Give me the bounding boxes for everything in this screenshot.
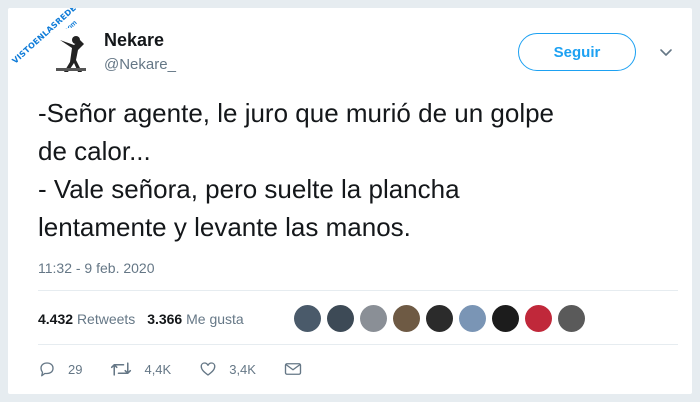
likes-label: Me gusta bbox=[186, 311, 244, 327]
liker-avatar[interactable] bbox=[525, 305, 552, 332]
liker-avatar[interactable] bbox=[327, 305, 354, 332]
retweet-count: 4,4K bbox=[144, 361, 172, 377]
user-name[interactable]: Nekare bbox=[104, 30, 164, 51]
user-handle[interactable]: @Nekare_ bbox=[104, 56, 176, 73]
action-bar: 29 4,4K 3,4K bbox=[38, 360, 342, 378]
tweet-text: -Señor agente, le juro que murió de un g… bbox=[38, 98, 555, 242]
engagement-stats: 4.432 Retweets 3.366 Me gusta bbox=[38, 311, 244, 327]
reply-icon bbox=[40, 362, 54, 377]
reply-button[interactable]: 29 bbox=[38, 360, 82, 378]
liker-avatar[interactable] bbox=[360, 305, 387, 332]
liker-avatar[interactable] bbox=[459, 305, 486, 332]
follow-button[interactable]: Seguir bbox=[518, 33, 636, 71]
message-icon bbox=[284, 363, 302, 375]
tweet-timestamp[interactable]: 11:32 - 9 feb. 2020 bbox=[38, 260, 155, 276]
retweets-count: 4.432 bbox=[38, 311, 74, 327]
heart-icon bbox=[200, 362, 216, 376]
retweets-label: Retweets bbox=[76, 311, 136, 327]
retweet-button[interactable]: 4,4K bbox=[110, 360, 171, 378]
message-button[interactable] bbox=[284, 361, 314, 377]
likes-count: 3.366 bbox=[147, 311, 183, 327]
divider bbox=[38, 290, 678, 291]
liker-avatars bbox=[294, 305, 591, 333]
like-count: 3,4K bbox=[229, 361, 256, 377]
liker-avatar[interactable] bbox=[426, 305, 453, 332]
retweet-icon bbox=[111, 362, 132, 376]
divider bbox=[38, 344, 678, 345]
liker-avatar[interactable] bbox=[558, 305, 585, 332]
likes-stat[interactable]: 3.366 Me gusta bbox=[147, 311, 244, 327]
like-button[interactable]: 3,4K bbox=[199, 360, 256, 378]
reply-count: 29 bbox=[68, 361, 83, 377]
liker-avatar[interactable] bbox=[294, 305, 321, 332]
chevron-down-icon[interactable] bbox=[658, 44, 674, 60]
liker-avatar[interactable] bbox=[393, 305, 420, 332]
avatar[interactable] bbox=[46, 28, 96, 78]
retweets-stat[interactable]: 4.432 Retweets bbox=[38, 311, 135, 327]
liker-avatar[interactable] bbox=[492, 305, 519, 332]
tweet-card: VISTOENLASREDES .com Nekare @Nekare_ Seg… bbox=[8, 8, 692, 394]
